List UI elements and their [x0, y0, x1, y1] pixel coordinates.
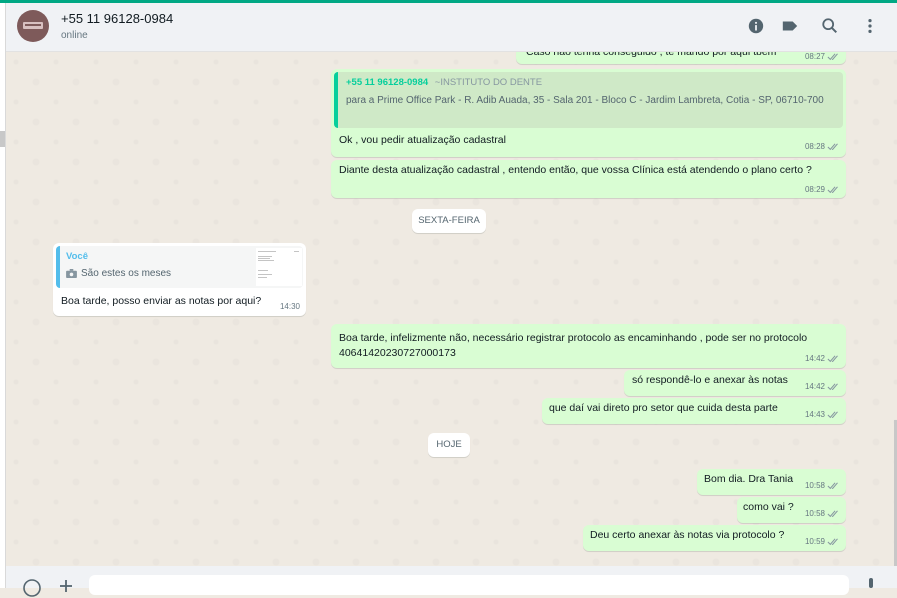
read-receipt-icon [827, 410, 838, 418]
message-incoming[interactable]: Você São estes os meses Boa tarde, posso… [53, 243, 306, 316]
date-divider: SEXTA-FEIRA [412, 209, 486, 233]
avatar[interactable] [17, 10, 49, 42]
quoted-author: Você [66, 251, 89, 262]
camera-icon [66, 269, 77, 278]
message-text: Bom dia. Dra Tania [704, 473, 794, 485]
message-outgoing[interactable]: Bom dia. Dra Tania 10:58 [697, 469, 846, 495]
date-divider: HOJE [428, 433, 470, 457]
search-icon[interactable] [821, 17, 839, 35]
message-time: 14:30 [279, 302, 300, 311]
read-receipt-icon [827, 185, 838, 193]
message-meta: 14:42 [805, 354, 840, 363]
message-time: 14:42 [804, 354, 825, 363]
chat-header[interactable]: +55 11 96128-0984 online [6, 3, 897, 52]
message-outgoing[interactable]: como vai ? 10:58 [737, 497, 846, 523]
read-receipt-icon [827, 354, 838, 362]
quoted-image-thumbnail [256, 248, 302, 286]
message-outgoing[interactable]: +55 11 96128-0984 ~INSTITUTO DO DENTE pa… [331, 69, 846, 157]
message-text: como vai ? [743, 501, 794, 513]
message-time: 14:42 [804, 382, 825, 391]
quoted-text: São estes os meses [81, 268, 172, 279]
read-receipt-icon [827, 537, 838, 545]
quoted-message[interactable]: Você São estes os meses [56, 246, 303, 288]
read-receipt-icon [827, 142, 838, 150]
message-time: 08:29 [804, 185, 825, 194]
message-time: 10:58 [804, 509, 825, 518]
compose-bar [6, 566, 897, 597]
message-input[interactable] [89, 575, 849, 595]
attach-icon[interactable] [58, 578, 74, 594]
contact-name[interactable]: +55 11 96128-0984 [61, 11, 173, 26]
message-text: Ok , vou pedir atualização cadastral [339, 134, 506, 146]
message-time: 10:59 [804, 537, 825, 546]
message-meta: 14:30 [280, 302, 300, 311]
message-time: 14:43 [804, 410, 825, 419]
contact-status: online [61, 30, 88, 41]
message-meta: 10:58 [805, 481, 840, 490]
quoted-text: para a Prime Office Park - R. Adib Auada… [346, 95, 824, 106]
quoted-sender-name: ~INSTITUTO DO DENTE [434, 77, 543, 88]
message-meta: 08:28 [805, 142, 840, 151]
message-text: Deu certo anexar às notas via protocolo … [590, 529, 785, 541]
emoji-icon[interactable] [22, 578, 42, 598]
message-list[interactable]: Caso não tenha conseguido , te mando por… [6, 52, 897, 566]
message-text: só respondê-lo e anexar às notas [632, 374, 788, 386]
message-text: Boa tarde, infelizmente não, necessário … [339, 332, 811, 359]
message-meta: 10:59 [805, 537, 840, 546]
message-outgoing[interactable]: que daí vai direto pro setor que cuida d… [542, 398, 846, 424]
message-time: 08:27 [804, 52, 825, 61]
message-meta: 14:42 [805, 382, 840, 391]
message-meta: 08:29 [805, 185, 840, 194]
message-outgoing[interactable]: Deu certo anexar às notas via protocolo … [583, 525, 846, 551]
message-time: 08:28 [804, 142, 825, 151]
label-icon[interactable] [781, 17, 799, 35]
message-text: que daí vai direto pro setor que cuida d… [549, 402, 778, 414]
message-meta: 08:27 [805, 52, 840, 61]
more-vertical-icon[interactable] [861, 17, 879, 35]
quoted-message[interactable]: +55 11 96128-0984 ~INSTITUTO DO DENTE pa… [334, 72, 843, 128]
read-receipt-icon [827, 382, 838, 390]
mic-icon[interactable] [865, 578, 877, 594]
read-receipt-icon [827, 52, 838, 60]
message-meta: 14:43 [805, 410, 840, 419]
message-text: Diante desta atualização cadastral , ent… [339, 164, 812, 176]
message-time: 10:58 [804, 481, 825, 490]
message-outgoing[interactable]: Boa tarde, infelizmente não, necessário … [331, 324, 846, 368]
message-text: Boa tarde, posso enviar as notas por aqu… [61, 295, 262, 307]
message-outgoing[interactable]: só respondê-lo e anexar às notas 14:42 [624, 370, 846, 396]
message-outgoing[interactable]: Caso não tenha conseguido , te mando por… [516, 52, 846, 64]
quoted-author: +55 11 96128-0984 [346, 77, 429, 88]
info-icon[interactable] [747, 17, 765, 35]
read-receipt-icon [827, 509, 838, 517]
message-outgoing[interactable]: Diante desta atualização cadastral , ent… [331, 160, 846, 198]
message-text: Caso não tenha conseguido , te mando por… [526, 52, 777, 58]
message-meta: 10:58 [805, 509, 840, 518]
read-receipt-icon [827, 481, 838, 489]
